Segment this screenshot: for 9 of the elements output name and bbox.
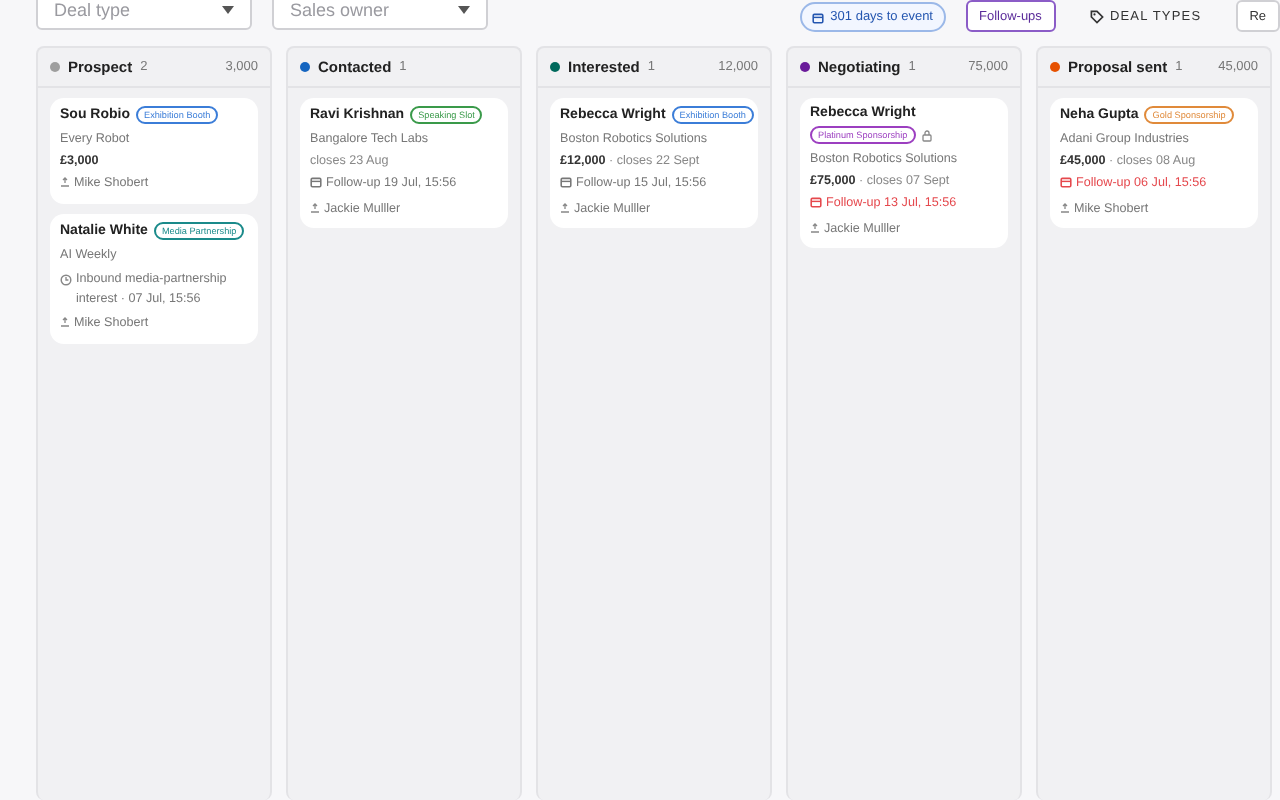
- calendar-icon: [810, 196, 822, 209]
- calendar-icon: [310, 176, 322, 189]
- clock-icon: [60, 273, 72, 286]
- calendar-icon: [1060, 176, 1072, 189]
- calendar-icon: [560, 176, 572, 189]
- caret-icon: [222, 6, 234, 14]
- calendar-icon: [812, 11, 825, 23]
- tag-icon: [1089, 9, 1104, 23]
- caret-icon: [458, 6, 470, 14]
